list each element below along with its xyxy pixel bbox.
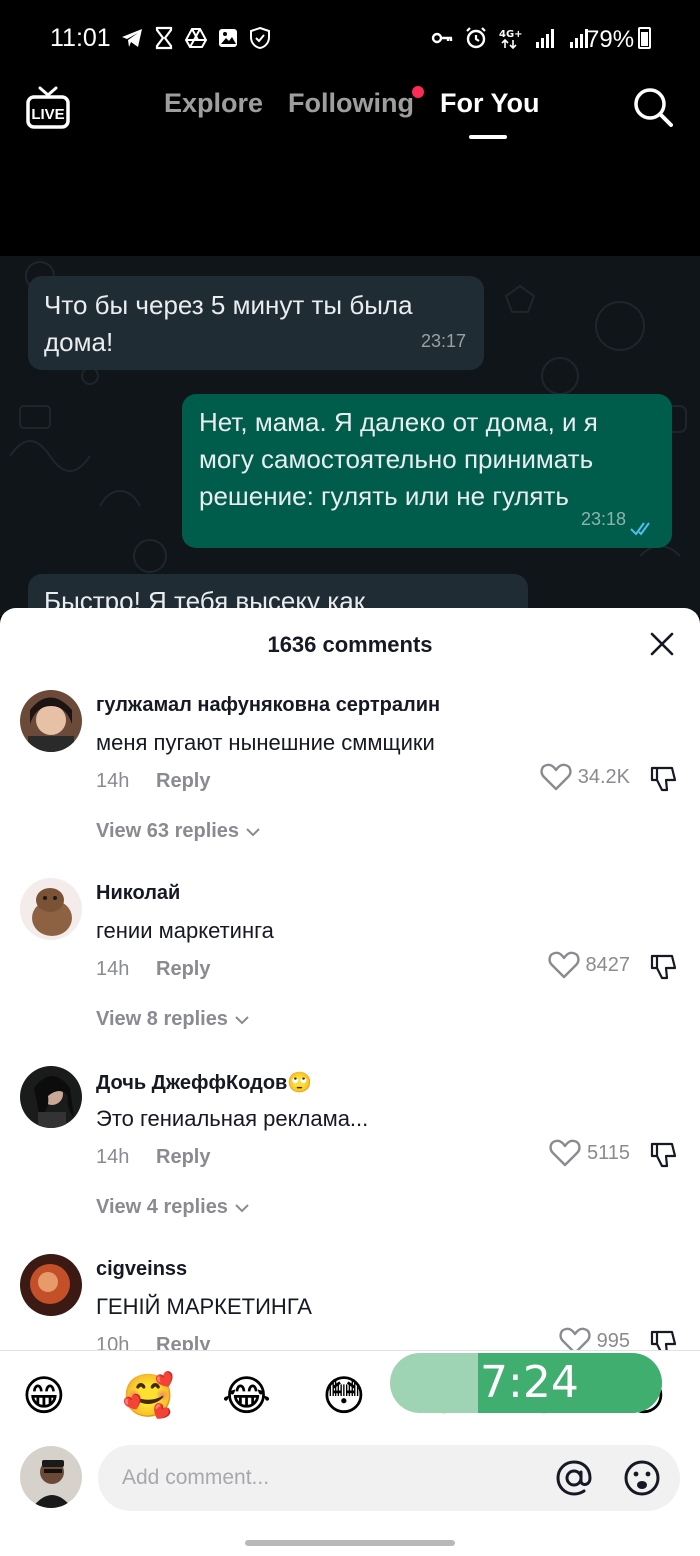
video-player[interactable]: Что бы через 5 минут ты была дома! 23:17…	[0, 256, 700, 616]
comment-time: 10h	[96, 1334, 130, 1350]
dislike-icon[interactable]	[648, 764, 678, 794]
view-replies-label: View 8 replies	[96, 1008, 228, 1030]
status-bar: 11:01 4G+ 79%	[0, 0, 700, 78]
view-replies-button[interactable]: View 8 replies	[96, 1008, 250, 1031]
comment-item: Николай гении маркетинга 14h Reply 8427 …	[0, 878, 700, 1058]
avatar[interactable]	[20, 1254, 82, 1316]
message-text: Нет, мама. Я далеко от дома, и я могу са…	[199, 407, 598, 511]
reply-button[interactable]: Reply	[156, 770, 210, 793]
comment-item: cigveinss ГЕНІЙ МАРКЕТИНГА 10h Reply 995	[0, 1254, 700, 1350]
active-tab-underline	[469, 135, 507, 139]
emoji-button[interactable]: 😁	[22, 1371, 66, 1421]
drive-icon	[184, 28, 208, 48]
reply-button[interactable]: Reply	[156, 1146, 210, 1169]
message-time: 23:17	[420, 331, 466, 351]
comments-list[interactable]: гулжамал нафуняковна сертралин меня пуга…	[0, 688, 700, 1350]
comment-text: Это гениальная реклама...	[96, 1106, 369, 1131]
comment-item: гулжамал нафуняковна сертралин меня пуга…	[0, 690, 700, 870]
comment-item: Дочь ДжеффКодов🙄 Это гениальная реклама.…	[0, 1066, 700, 1246]
view-replies-button[interactable]: View 4 replies	[96, 1196, 250, 1219]
comment-username[interactable]: cigveinss	[96, 1258, 187, 1281]
reply-button[interactable]: Reply	[156, 958, 210, 981]
battery-icon	[638, 27, 651, 49]
comment-text: ГЕНІЙ МАРКЕТИНГА	[96, 1294, 312, 1319]
key-icon	[431, 32, 453, 44]
4g-icon: 4G+	[499, 29, 522, 50]
chat-message-outgoing: Нет, мама. Я далеко от дома, и я могу са…	[182, 394, 672, 548]
alarm-icon	[466, 27, 486, 49]
chevron-down-icon	[235, 1015, 249, 1024]
close-icon[interactable]	[648, 630, 676, 658]
home-indicator[interactable]	[245, 1540, 455, 1546]
status-time: 11:01	[50, 24, 111, 52]
shield-icon	[250, 26, 270, 50]
comments-sheet: 1636 comments гулжамал нафуняковна сертр…	[0, 608, 700, 1556]
comment-time: 14h	[96, 1146, 130, 1168]
comment-input-row	[0, 1440, 700, 1556]
view-replies-label: View 4 replies	[96, 1196, 228, 1218]
comment-text: гении маркетинга	[96, 918, 274, 943]
chat-message-incoming: Что бы через 5 минут ты была дома! 23:17	[28, 276, 484, 370]
heart-icon	[549, 1139, 581, 1167]
comment-time: 14h	[96, 958, 130, 980]
dislike-icon[interactable]	[648, 952, 678, 982]
like-button[interactable]: 8427	[547, 950, 631, 980]
avatar[interactable]	[20, 878, 82, 940]
chevron-down-icon	[235, 1203, 249, 1212]
message-time: 23:18	[580, 509, 626, 529]
signal-icon	[536, 29, 554, 48]
avatar[interactable]	[20, 690, 82, 752]
status-left-icons	[120, 26, 272, 50]
message-text: Что бы через 5 минут ты была дома!	[44, 290, 413, 357]
mention-icon[interactable]	[554, 1458, 594, 1498]
live-label: LIVE	[31, 106, 64, 123]
tab-explore[interactable]: Explore	[164, 88, 263, 119]
like-button[interactable]: 995	[559, 1326, 630, 1350]
notification-dot	[412, 86, 424, 98]
comment-time: 14h	[96, 770, 130, 792]
comment-username[interactable]: гулжамал нафуняковна сертралин	[96, 694, 440, 717]
timer-text: 7:24	[480, 1357, 579, 1408]
search-icon[interactable]	[632, 86, 674, 128]
like-count: 8427	[585, 953, 631, 976]
reply-button[interactable]: Reply	[156, 1334, 210, 1350]
gallery-icon	[219, 29, 237, 47]
svg-text:4G+: 4G+	[499, 29, 522, 40]
live-icon[interactable]: LIVE	[26, 86, 70, 132]
emoji-icon[interactable]	[622, 1458, 662, 1498]
timer-overlay: 7:24	[390, 1353, 662, 1413]
view-replies-button[interactable]: View 63 replies	[96, 820, 261, 843]
user-avatar[interactable]	[20, 1446, 82, 1508]
like-count: 34.2K	[577, 765, 630, 788]
dislike-icon[interactable]	[648, 1328, 678, 1350]
status-right-icons: 4G+	[430, 26, 590, 50]
like-count: 5115	[586, 1141, 630, 1164]
comment-text: меня пугают нынешние сммщики	[96, 730, 435, 755]
heart-icon	[559, 1327, 591, 1350]
like-button[interactable]: 5115	[549, 1138, 630, 1168]
tab-following[interactable]: Following	[288, 88, 414, 119]
comments-count-title: 1636 comments	[267, 632, 433, 657]
emoji-button[interactable]: 😂	[222, 1371, 271, 1421]
double-check-icon	[630, 522, 650, 536]
comment-username[interactable]: Дочь ДжеффКодов🙄	[96, 1070, 312, 1095]
like-count: 995	[596, 1329, 630, 1351]
dislike-icon[interactable]	[648, 1140, 678, 1170]
hourglass-icon	[155, 26, 173, 50]
heart-icon	[547, 951, 580, 979]
comment-username[interactable]: Николай	[96, 882, 180, 905]
avatar[interactable]	[20, 1066, 82, 1128]
view-replies-label: View 63 replies	[96, 820, 240, 842]
battery-percent: 79%	[586, 26, 635, 53]
like-button[interactable]: 34.2K	[540, 762, 630, 792]
telegram-icon	[122, 29, 142, 47]
emoji-quick-bar: 😁 🥰 😂 😳 😄 😍 😏 7:24	[0, 1350, 700, 1440]
top-navigation: LIVE Explore Following For You	[0, 78, 700, 148]
emoji-button[interactable]: 😳	[322, 1371, 366, 1421]
tab-for-you[interactable]: For You	[440, 88, 540, 119]
heart-icon	[540, 763, 572, 791]
emoji-button[interactable]: 🥰	[122, 1371, 174, 1421]
chevron-down-icon	[246, 827, 260, 836]
